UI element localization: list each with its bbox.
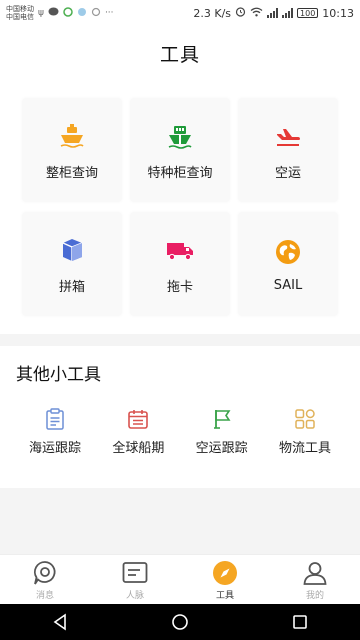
app-notification-icon-3 — [91, 7, 101, 20]
airplane-icon — [272, 120, 304, 152]
tool-label: 海运跟踪 — [28, 441, 81, 456]
tool-label: SAIL — [273, 277, 303, 293]
tab-label: 工具 — [215, 590, 234, 601]
system-nav-bar — [0, 604, 360, 640]
network-speed: 2.3 K/s — [193, 6, 232, 20]
tool-label: 拖卡 — [166, 279, 193, 295]
other-tools-panel: 其他小工具 海运跟踪 全球船期 空运跟踪 物流工具 — [0, 346, 360, 488]
tool-trucking[interactable]: 拖卡 — [130, 212, 230, 316]
flag-icon — [210, 407, 234, 431]
clipboard-icon — [43, 407, 67, 431]
tool-sail[interactable]: SAIL — [238, 212, 338, 316]
section-title: 其他小工具 — [16, 365, 101, 385]
message-icon — [31, 559, 59, 587]
nav-recents-button[interactable] — [280, 607, 320, 637]
tool-full-container-query[interactable]: 整柜查询 — [22, 98, 122, 202]
tab-label: 人脉 — [125, 590, 144, 601]
tool-ocean-tracking[interactable]: 海运跟踪 — [16, 407, 94, 456]
home-circle-icon — [172, 614, 188, 630]
tools-panel: 整柜查询 特种柜查询 空运 拼箱 拖卡 SAIL — [0, 80, 360, 334]
tool-label: 特种柜查询 — [147, 165, 213, 181]
carrier-labels: 中国移动 中国电信 — [6, 5, 34, 21]
carrier-2: 中国电信 — [6, 13, 34, 21]
back-triangle-icon — [53, 613, 66, 631]
tool-lcl[interactable]: 拼箱 — [22, 212, 122, 316]
tab-tools[interactable]: 工具 — [180, 555, 270, 604]
header: 工具 — [0, 26, 360, 80]
contacts-icon — [121, 559, 149, 587]
bottom-tab-bar: 消息 人脉 工具 我的 — [0, 554, 360, 604]
tools-grid: 整柜查询 特种柜查询 空运 拼箱 拖卡 SAIL — [14, 98, 346, 316]
tool-global-schedule[interactable]: 全球船期 — [99, 407, 177, 456]
tool-logistics-tools[interactable]: 物流工具 — [266, 407, 344, 456]
user-icon — [301, 559, 329, 587]
calendar-icon — [126, 407, 150, 431]
other-tools-row: 海运跟踪 全球船期 空运跟踪 物流工具 — [16, 407, 344, 456]
nav-back-button[interactable] — [40, 607, 80, 637]
tool-air-freight[interactable]: 空运 — [238, 98, 338, 202]
tool-label: 拼箱 — [58, 279, 85, 295]
tool-air-tracking[interactable]: 空运跟踪 — [183, 407, 261, 456]
more-notifications: ··· — [104, 8, 114, 18]
tool-label: 全球船期 — [112, 441, 165, 456]
app-notification-icon — [63, 6, 73, 20]
recents-square-icon — [293, 615, 307, 629]
app-notification-icon-2 — [77, 7, 87, 20]
alarm-icon — [235, 6, 246, 20]
wifi-icon — [250, 7, 263, 20]
tab-profile[interactable]: 我的 — [270, 555, 360, 604]
signal-icon-1 — [267, 8, 279, 18]
status-bar: 中国移动 中国电信 ψ ··· 2.3 K/s 100 10:13 — [0, 0, 360, 26]
tab-label: 消息 — [35, 590, 54, 601]
tool-label: 空运跟踪 — [195, 441, 248, 456]
tab-label: 我的 — [305, 590, 324, 601]
nav-home-button[interactable] — [160, 607, 200, 637]
tab-contacts[interactable]: 人脉 — [90, 555, 180, 604]
globe-icon — [272, 236, 304, 268]
chat-bubble-icon — [48, 7, 59, 20]
ship-icon — [56, 120, 88, 152]
grid-tools-icon — [293, 407, 317, 431]
tool-special-container-query[interactable]: 特种柜查询 — [130, 98, 230, 202]
tool-label: 整柜查询 — [45, 165, 98, 181]
compass-icon — [211, 559, 239, 587]
carrier-1: 中国移动 — [6, 5, 34, 13]
tool-label: 物流工具 — [278, 441, 331, 456]
box-icon — [56, 234, 88, 266]
status-right: 2.3 K/s 100 10:13 — [193, 6, 354, 20]
tool-label: 空运 — [274, 165, 301, 181]
special-ship-icon — [164, 120, 196, 152]
clock: 10:13 — [322, 6, 354, 20]
signal-icon-2 — [282, 8, 294, 18]
truck-icon — [164, 234, 196, 266]
battery-icon: 100 — [297, 8, 319, 18]
tab-messages[interactable]: 消息 — [0, 555, 90, 604]
notification-icons: ψ ··· — [38, 6, 114, 20]
page-title: 工具 — [159, 43, 200, 66]
usb-icon: ψ — [38, 8, 44, 18]
